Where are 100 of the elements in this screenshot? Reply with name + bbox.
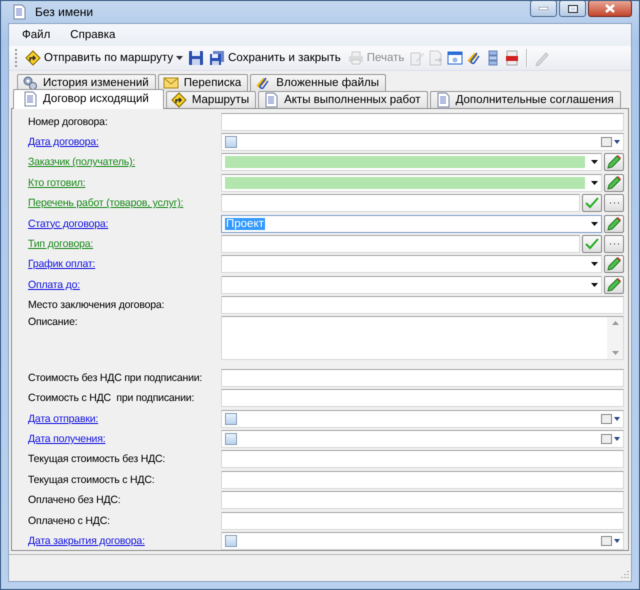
route-icon [170,92,187,108]
input-field[interactable] [221,255,602,274]
tab[interactable]: Переписка [158,74,248,91]
resize-grip-icon[interactable] [620,570,629,579]
input-field[interactable] [221,532,624,550]
input-field[interactable] [221,296,624,314]
dropdown-caret-icon[interactable] [591,180,598,185]
checkbox[interactable] [225,136,237,148]
maximize-icon [568,4,578,13]
input-field[interactable] [221,316,624,360]
minimize-icon [539,7,548,10]
input-field[interactable] [221,112,624,131]
field-label: Место заключения договора: [28,299,164,312]
input-field[interactable] [221,491,624,510]
checkbox[interactable] [225,412,237,425]
calendar-dropdown-icon[interactable] [600,535,620,547]
field-link[interactable]: Дата отправки: [28,412,98,425]
calendar-dropdown-icon[interactable] [600,412,620,425]
field-link[interactable]: Заказчик (получатель): [28,156,136,168]
input-field[interactable] [221,368,624,387]
toolbar-button[interactable]: Сохранить и закрыть [207,48,343,68]
calendar-dropdown-icon[interactable] [600,136,620,148]
dropdown-caret-icon[interactable] [591,222,598,226]
pencil-icon [606,276,622,293]
input-field[interactable] [221,132,624,151]
save-icon[interactable] [188,50,204,66]
field-link[interactable]: Оплата до: [28,278,80,291]
document-icon [22,91,38,108]
tab[interactable]: Договор исходящий [13,88,164,109]
field-link[interactable]: Дата договора: [28,136,99,148]
menu-item[interactable]: Файл [13,28,60,42]
checkbox[interactable] [225,535,237,547]
dropdown-caret-icon[interactable] [591,160,598,164]
field-link[interactable]: Дата получения: [28,433,106,446]
checkmark-icon [585,197,599,210]
browse-button[interactable] [604,234,624,253]
pencil-icon [606,154,622,170]
tab[interactable]: Маршруты [166,90,256,108]
confirm-button[interactable] [582,234,602,253]
tab[interactable]: Вложенные файлы [250,74,386,91]
field-link[interactable]: Кто готовил: [28,176,86,189]
checkbox[interactable] [225,433,237,446]
calendar-dropdown-icon[interactable] [600,433,620,446]
input-field[interactable] [221,470,624,489]
close-icon [605,4,615,14]
field-label: Описание: [28,316,78,328]
tab[interactable]: История изменений [17,74,156,91]
field-label: Оплачено без НДС: [28,494,120,506]
input-field[interactable] [221,174,602,192]
menu-item[interactable]: Справка [61,28,124,42]
envelope-icon [162,74,179,91]
field-link[interactable]: Дата закрытия договора: [28,535,145,547]
input-field[interactable] [221,512,624,530]
scroll-up-icon[interactable] [612,321,618,326]
minimize-button[interactable] [530,1,557,18]
window-title: Без имени [35,4,94,19]
field-link[interactable]: Статус договора: [28,218,108,230]
browse-button[interactable] [604,194,624,212]
edit-button[interactable] [604,276,624,294]
input-field[interactable] [221,450,624,468]
toolbar-button[interactable]: Отправить по маршруту [23,48,186,68]
input-field[interactable] [221,153,602,172]
scroll-down-icon[interactable] [612,351,618,356]
checkmark-icon [585,238,599,250]
paperclip-icon [255,74,272,91]
field-label: Стоимость с НДС при подписании: [28,392,194,404]
input-field[interactable] [221,430,624,448]
input-field[interactable] [221,410,624,428]
pencil-icon [606,174,622,191]
input-field[interactable] [221,389,624,408]
close-button[interactable] [588,1,632,18]
document-icon [263,92,280,108]
field-label: Стоимость без НДС при подписании: [28,372,202,384]
dropdown-caret-icon[interactable] [591,282,598,287]
dropdown-caret-icon [176,56,184,60]
field-label: Текущая стоимость с НДС: [28,474,154,486]
input-field[interactable] [221,194,580,212]
paperclip-icon[interactable] [466,50,482,66]
field-label: Текущая стоимость без НДС: [28,453,166,466]
field-label: Оплачено с НДС: [28,514,110,527]
pencil-icon [606,256,622,272]
edit-button[interactable] [604,255,624,274]
edit-button[interactable] [604,174,624,192]
field-link[interactable]: График оплат: [28,258,96,270]
pencil-icon [606,216,622,232]
document-icon [11,4,27,20]
tab[interactable]: Акты выполненных работ [258,90,428,108]
tab[interactable]: Дополнительные соглашения [430,90,621,108]
dropdown-caret-icon[interactable] [591,262,598,266]
edit-button[interactable] [604,153,624,172]
field-link[interactable]: Перечень работ (товаров, услуг): [28,197,184,210]
confirm-button[interactable] [582,194,602,212]
input-field[interactable] [221,234,580,253]
edit-button[interactable] [604,214,624,233]
field-label: Номер договора: [28,116,108,128]
document-icon [434,92,451,108]
input-field[interactable] [221,276,602,294]
field-link[interactable]: Тип договора: [28,238,94,250]
maximize-button[interactable] [559,1,586,18]
window-icon[interactable] [447,50,464,66]
